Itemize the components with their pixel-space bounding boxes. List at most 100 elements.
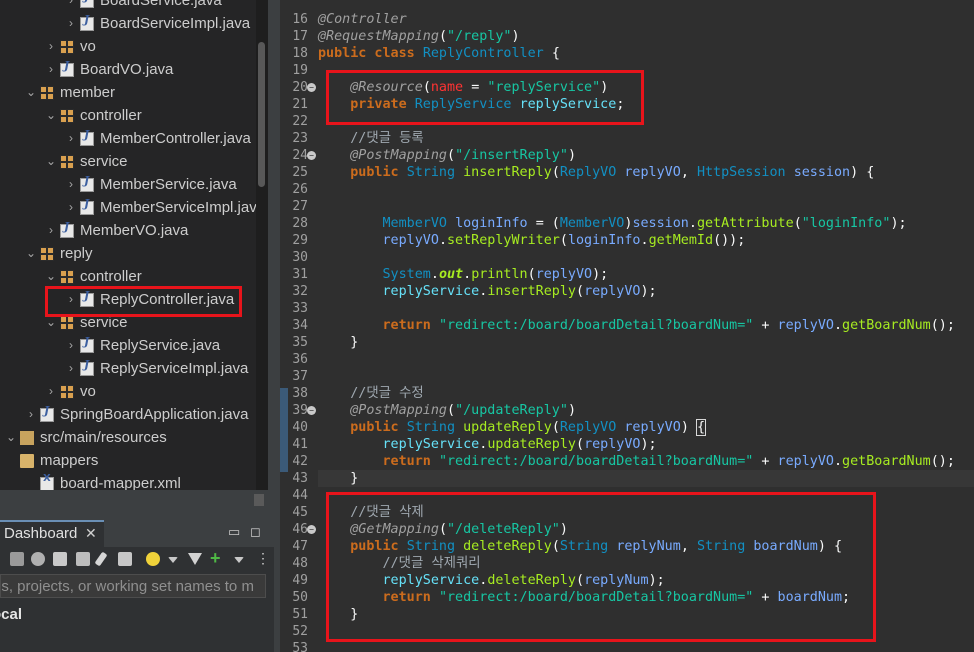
chevron-down-icon[interactable]: ⌄ xyxy=(44,265,58,288)
stop-icon[interactable] xyxy=(10,552,24,566)
chevron-down-icon[interactable]: ⌄ xyxy=(44,311,58,334)
chevron-right-icon[interactable]: › xyxy=(44,35,58,58)
tree-item[interactable]: › SpringBoardApplication.java xyxy=(0,403,256,426)
chevron-down-icon[interactable]: ⌄ xyxy=(4,426,18,449)
chevron-right-icon[interactable]: › xyxy=(64,127,78,150)
code-line[interactable]: 53 xyxy=(292,640,974,652)
code-line[interactable]: 35 } xyxy=(292,334,974,351)
tree-item[interactable]: ⌄ service xyxy=(0,150,256,173)
chevron-down-icon[interactable]: ⌄ xyxy=(44,104,58,127)
tree-item[interactable]: › ReplyController.java xyxy=(0,288,256,311)
tree-item[interactable]: ⌄ member xyxy=(0,81,256,104)
code-line[interactable]: 33 xyxy=(292,300,974,317)
code-line[interactable]: 41 replyService.updateReply(replyVO); xyxy=(292,436,974,453)
tree-item[interactable]: ⌄ reply xyxy=(0,242,256,265)
code-line[interactable]: 47 public String deleteReply(String repl… xyxy=(292,538,974,555)
code-editor[interactable]: 16 @Controller 17 @RequestMapping("/reply")… xyxy=(280,0,974,652)
code-line[interactable]: 29 replyVO.setReplyWriter(loginInfo.getM… xyxy=(292,232,974,249)
code-line[interactable]: 17 @RequestMapping("/reply") xyxy=(292,28,974,45)
tree-item[interactable]: ⌄ service xyxy=(0,311,256,334)
fold-toggle-icon[interactable]: − xyxy=(307,151,316,160)
dashboard-search-field[interactable] xyxy=(0,574,266,598)
lightbulb-icon[interactable] xyxy=(146,552,160,566)
code-line[interactable]: 16 @Controller xyxy=(292,11,974,28)
chevron-right-icon[interactable]: › xyxy=(64,196,78,219)
code-line[interactable]: 49 replyService.deleteReply(replyNum); xyxy=(292,572,974,589)
code-line[interactable]: 42 return "redirect:/board/boardDetail?b… xyxy=(292,453,974,470)
tree-item[interactable]: ⌄ src/main/resources xyxy=(0,426,256,449)
fold-toggle-icon[interactable]: − xyxy=(307,525,316,534)
code-text-area[interactable]: 16 @Controller 17 @RequestMapping("/reply")… xyxy=(292,0,974,652)
tree-item[interactable]: › ReplyService.java xyxy=(0,334,256,357)
tree-item[interactable]: › vo xyxy=(0,380,256,403)
chevron-right-icon[interactable]: › xyxy=(64,173,78,196)
tree-item[interactable]: › ReplyServiceImpl.java xyxy=(0,357,256,380)
code-line[interactable]: 30 xyxy=(292,249,974,266)
tree-item[interactable]: › MemberServiceImpl.java xyxy=(0,196,265,219)
chevron-down-icon[interactable] xyxy=(234,557,244,563)
code-line[interactable]: 44 xyxy=(292,487,974,504)
chevron-right-icon[interactable]: › xyxy=(44,380,58,403)
chevron-right-icon[interactable]: › xyxy=(44,219,58,242)
chevron-right-icon[interactable]: › xyxy=(44,58,58,81)
code-line[interactable]: 43 } xyxy=(292,470,974,487)
code-line[interactable]: 40 public String updateReply(ReplyVO rep… xyxy=(292,419,974,436)
add-icon[interactable]: + xyxy=(210,549,224,567)
tree-item[interactable]: › MemberController.java xyxy=(0,127,256,150)
minimize-icon[interactable]: ▭ xyxy=(228,524,240,540)
chevron-right-icon[interactable]: › xyxy=(64,357,78,380)
chevron-down-icon[interactable]: ⌄ xyxy=(24,242,38,265)
code-line[interactable]: 48 //댓글 삭제쿼리 xyxy=(292,555,974,572)
refresh-icon[interactable] xyxy=(31,552,45,566)
code-line[interactable]: 19 xyxy=(292,62,974,79)
code-line[interactable]: 31 System.out.println(replyVO); xyxy=(292,266,974,283)
code-line[interactable]: 36 xyxy=(292,351,974,368)
plug-icon[interactable] xyxy=(118,552,132,566)
tree-item[interactable]: ⌄ controller xyxy=(0,104,256,127)
chevron-right-icon[interactable]: › xyxy=(24,403,38,426)
tree-item[interactable]: › MemberService.java xyxy=(0,173,256,196)
chevron-right-icon[interactable]: › xyxy=(64,288,78,311)
console-icon[interactable] xyxy=(53,552,67,566)
tree-item[interactable]: › BoardService.java xyxy=(0,0,256,12)
code-line[interactable]: 22 xyxy=(292,113,974,130)
swap-icon[interactable] xyxy=(76,552,90,566)
tab-dashboard[interactable]: Dashboard ✕ xyxy=(0,520,104,547)
tree-item[interactable]: › MemberVO.java xyxy=(0,219,256,242)
fold-toggle-icon[interactable]: − xyxy=(307,406,316,415)
code-line[interactable]: 37 xyxy=(292,368,974,385)
code-line[interactable]: 52 xyxy=(292,623,974,640)
tree-item[interactable]: mappers xyxy=(0,449,256,472)
more-vertical-icon[interactable]: ⋮ xyxy=(256,551,270,566)
chevron-down-icon[interactable] xyxy=(168,557,178,563)
code-line[interactable]: 38 //댓글 수정 xyxy=(292,385,974,402)
code-line[interactable]: 18 public class ReplyController { xyxy=(292,45,974,62)
code-line[interactable]: 51 } xyxy=(292,606,974,623)
explorer-hscroll-arrow[interactable] xyxy=(254,494,264,506)
search-input[interactable] xyxy=(1,575,265,597)
code-line[interactable]: 39− @PostMapping("/updateReply") xyxy=(292,402,974,419)
fold-toggle-icon[interactable]: − xyxy=(307,83,316,92)
maximize-icon[interactable]: ◻ xyxy=(250,524,261,540)
code-line[interactable]: 25 public String insertReply(ReplyVO rep… xyxy=(292,164,974,181)
code-line[interactable]: 34 return "redirect:/board/boardDetail?b… xyxy=(292,317,974,334)
explorer-horizontal-scrollbar[interactable] xyxy=(0,490,268,510)
tree-item[interactable]: › BoardServiceImpl.java xyxy=(0,12,256,35)
code-line[interactable]: 23 //댓글 등록 xyxy=(292,130,974,147)
chevron-right-icon[interactable]: › xyxy=(64,0,78,12)
code-line[interactable]: 21 private ReplyService replyService; xyxy=(292,96,974,113)
code-line[interactable]: 50 return "redirect:/board/boardDetail?b… xyxy=(292,589,974,606)
explorer-vertical-scrollbar[interactable] xyxy=(256,0,268,490)
tree-item[interactable]: › BoardVO.java xyxy=(0,58,256,81)
pencil-icon[interactable] xyxy=(94,551,108,567)
chevron-down-icon[interactable]: ⌄ xyxy=(44,150,58,173)
chevron-down-icon[interactable]: ⌄ xyxy=(24,81,38,104)
tree-item[interactable]: › vo xyxy=(0,35,256,58)
code-line[interactable]: 46− @GetMapping("/deleteReply") xyxy=(292,521,974,538)
code-line[interactable]: 32 replyService.insertReply(replyVO); xyxy=(292,283,974,300)
chevron-right-icon[interactable]: › xyxy=(64,334,78,357)
tree-item[interactable]: board-mapper.xml xyxy=(0,472,256,490)
close-icon[interactable]: ✕ xyxy=(85,525,97,542)
code-line[interactable]: 20− @Resource(name = "replyService") xyxy=(292,79,974,96)
code-line[interactable]: 26 xyxy=(292,181,974,198)
